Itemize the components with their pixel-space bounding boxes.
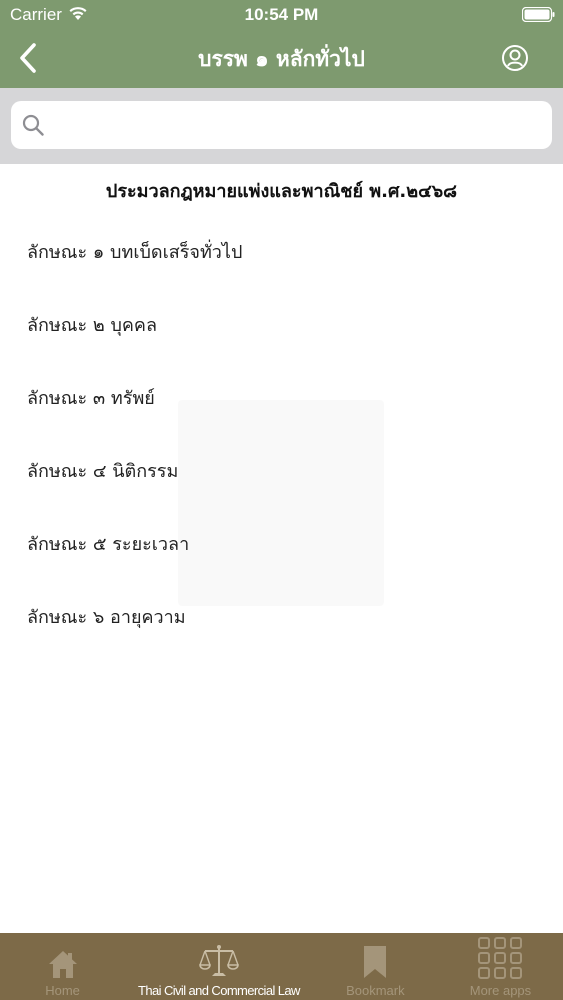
tab-law-label: Thai Civil and Commercial Law	[138, 983, 300, 998]
tab-bookmark[interactable]: Bookmark	[313, 933, 438, 1000]
search-box[interactable]	[11, 101, 552, 149]
back-button[interactable]	[10, 38, 46, 78]
user-icon[interactable]	[501, 44, 529, 72]
chevron-left-icon	[20, 43, 36, 73]
battery-icon	[522, 7, 555, 22]
tab-bookmark-label: Bookmark	[346, 983, 405, 998]
page-title: บรรพ ๑ หลักทั่วไป	[198, 47, 365, 71]
tab-bar: Home Thai Civil and Commercial Law Bookm…	[0, 933, 563, 1000]
header: Carrier 10:54 PM บรรพ ๑ หลักทั่วไป	[0, 0, 563, 88]
search-icon	[22, 114, 44, 136]
chapter-item[interactable]: ลักษณะ ๖ อายุความ	[0, 592, 563, 665]
home-icon	[48, 951, 77, 978]
search-input[interactable]	[55, 101, 542, 149]
tab-home-label: Home	[45, 983, 80, 998]
chapter-item[interactable]: ลักษณะ ๑ บทเบ็ดเสร็จทั่วไป	[0, 227, 563, 300]
chapter-item[interactable]: ลักษณะ ๒ บุคคล	[0, 300, 563, 373]
bookmark-icon	[364, 946, 387, 978]
scales-icon	[199, 945, 239, 976]
screen: Carrier 10:54 PM บรรพ ๑ หลักทั่วไป ประมว…	[0, 0, 563, 1000]
chapter-item[interactable]: ลักษณะ ๓ ทรัพย์	[0, 373, 563, 446]
nav-bar: บรรพ ๑ หลักทั่วไป	[0, 30, 563, 88]
chapter-list: ลักษณะ ๑ บทเบ็ดเสร็จทั่วไป ลักษณะ ๒ บุคค…	[0, 227, 563, 665]
tab-law[interactable]: Thai Civil and Commercial Law	[125, 933, 313, 1000]
status-bar: Carrier 10:54 PM	[0, 0, 563, 30]
search-bar-area	[0, 88, 563, 164]
tab-more-apps-label: More apps	[469, 983, 532, 998]
tab-more-apps[interactable]: More apps	[438, 933, 563, 1000]
chapter-item[interactable]: ลักษณะ ๕ ระยะเวลา	[0, 519, 563, 592]
chapter-item[interactable]: ลักษณะ ๔ นิติกรรม	[0, 446, 563, 519]
grid-icon	[478, 937, 523, 979]
status-time: 10:54 PM	[244, 5, 319, 24]
tab-home[interactable]: Home	[0, 933, 125, 1000]
book-title: ประมวลกฎหมายแพ่งและพาณิชย์ พ.ศ.๒๔๖๘	[105, 181, 458, 202]
